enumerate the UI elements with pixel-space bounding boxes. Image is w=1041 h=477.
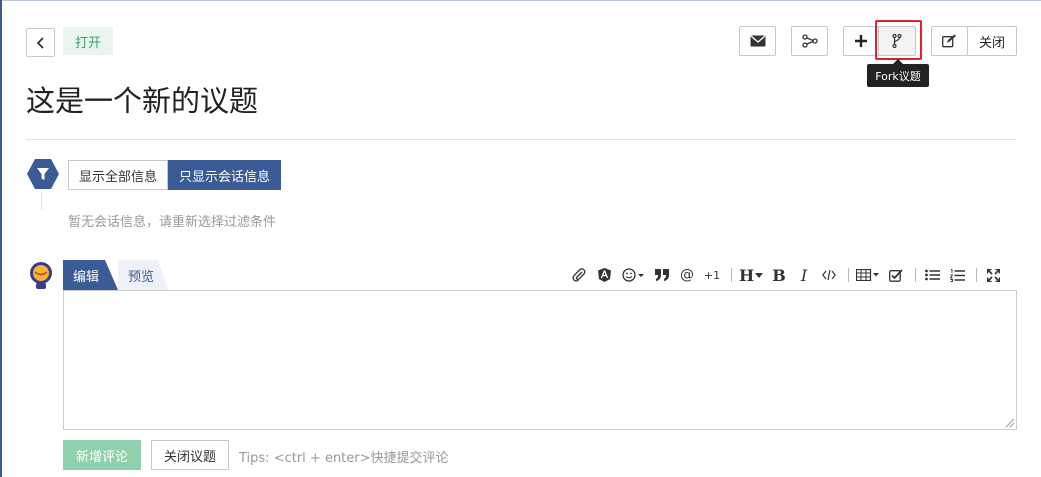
empty-message: 暂无会话信息，请重新选择过滤条件 [68, 215, 277, 230]
show-conversation-button[interactable]: 只显示会话信息 [168, 160, 282, 190]
code-icon[interactable] [818, 264, 840, 286]
numbered-list-icon[interactable] [946, 264, 968, 286]
italic-icon[interactable]: I [793, 264, 815, 286]
toolbar-separator [976, 268, 977, 282]
chevron-left-icon [36, 36, 44, 49]
share-button[interactable] [791, 26, 828, 56]
tab-edit[interactable]: 编辑 [63, 260, 118, 290]
close-issue-button[interactable]: 关闭议题 [151, 440, 229, 470]
heading-label: H [738, 265, 755, 285]
quote-icon[interactable] [651, 264, 673, 286]
window-top-border [0, 0, 1041, 1]
window-left-border [0, 0, 2, 477]
tips-text: Tips: <ctrl + enter>快捷提交评论 [239, 451, 449, 466]
comment-editor[interactable] [63, 290, 1017, 430]
back-button[interactable] [26, 28, 55, 57]
fork-tooltip: Fork议题 [867, 59, 929, 87]
toolbar-separator [848, 268, 849, 282]
plus-one-icon[interactable]: +1 [701, 264, 723, 286]
tab-preview[interactable]: 预览 [118, 260, 168, 290]
status-badge: 打开 [63, 27, 113, 55]
timeline-line [41, 192, 42, 210]
bold-icon[interactable]: B [768, 264, 790, 286]
bullet-list-icon[interactable] [921, 264, 943, 286]
smiley-icon[interactable] [618, 264, 648, 286]
mail-icon [750, 35, 765, 47]
subscribe-button[interactable] [739, 26, 776, 56]
toolbar-separator [915, 268, 916, 282]
toolbar-separator [731, 268, 732, 282]
at-icon[interactable]: @ [676, 264, 698, 286]
fork-highlight-box [875, 20, 922, 60]
filter-icon [27, 159, 59, 189]
edit-icon [942, 34, 956, 48]
close-button[interactable]: 关闭 [967, 26, 1017, 56]
paperclip-icon[interactable] [568, 264, 590, 286]
checkbox-icon[interactable] [885, 264, 907, 286]
editor-tabs: 编辑 预览 [63, 260, 168, 290]
filter-group: 显示全部信息 只显示会话信息 [68, 160, 282, 190]
share-icon [801, 34, 818, 48]
edit-button[interactable] [931, 26, 968, 56]
angular-icon[interactable] [593, 264, 615, 286]
title-divider [26, 139, 1017, 140]
avatar-icon [30, 262, 52, 289]
plus-icon [855, 35, 867, 47]
add-button[interactable] [843, 26, 879, 56]
show-all-button[interactable]: 显示全部信息 [68, 160, 169, 190]
add-comment-button[interactable]: 新增评论 [63, 440, 141, 470]
heading-icon[interactable]: H [737, 264, 765, 286]
editor-toolbar: @ +1 H B I [568, 264, 1007, 286]
table-icon[interactable] [854, 264, 882, 286]
fullscreen-icon[interactable] [982, 264, 1004, 286]
page-title: 这是一个新的议题 [26, 84, 259, 118]
resize-grip-icon[interactable] [1005, 418, 1015, 428]
